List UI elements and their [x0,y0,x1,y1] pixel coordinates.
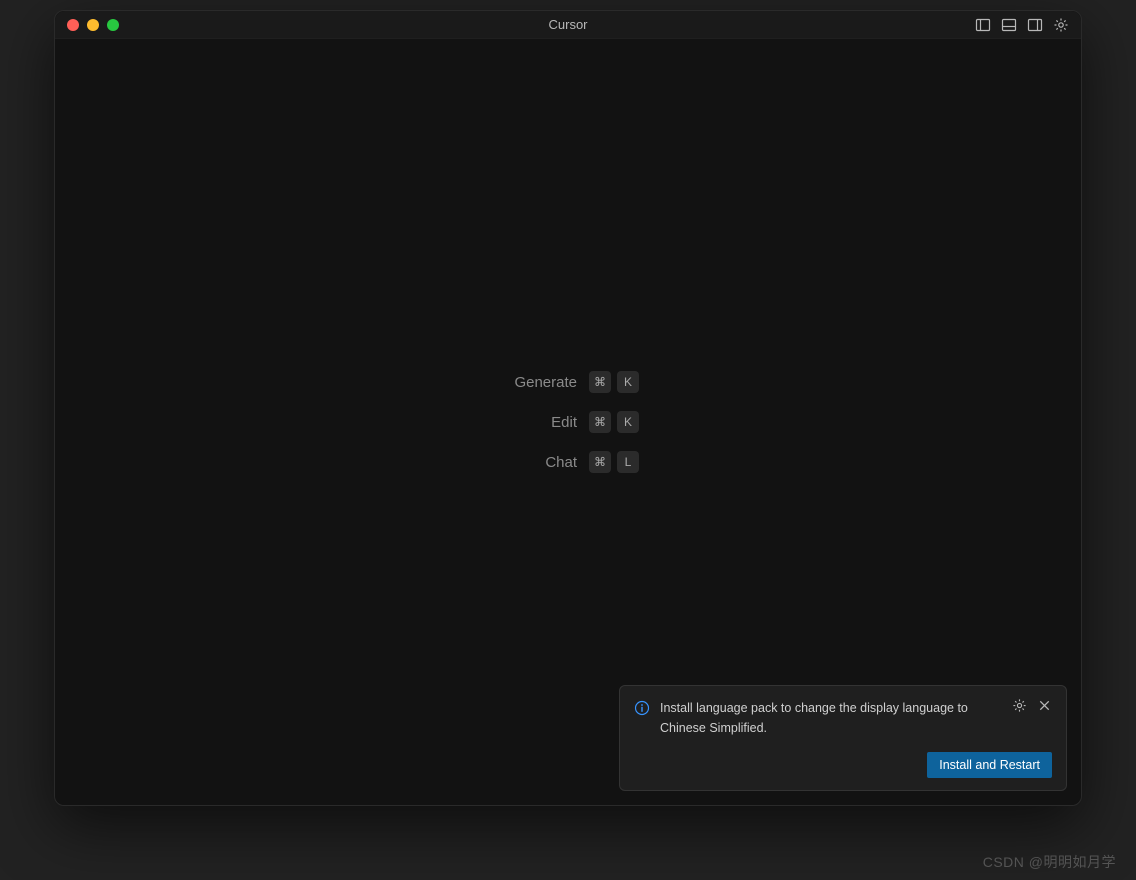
notification-header: Install language pack to change the disp… [634,698,1052,738]
toggle-secondary-sidebar-icon[interactable] [1027,17,1043,33]
notification-actions: Install and Restart [634,752,1052,778]
notification-close-icon[interactable] [1037,698,1052,718]
install-and-restart-button[interactable]: Install and Restart [927,752,1052,778]
key-cmd: ⌘ [589,411,611,433]
key-letter: K [617,371,639,393]
shortcut-label: Edit [497,414,577,431]
welcome-shortcuts: Generate ⌘ K Edit ⌘ K Chat ⌘ L [497,371,639,473]
key-cmd: ⌘ [589,451,611,473]
titlebar: Cursor [55,11,1081,39]
close-window-button[interactable] [67,19,79,31]
key-cmd: ⌘ [589,371,611,393]
titlebar-right-controls [975,17,1069,33]
shortcut-keys: ⌘ L [589,451,639,473]
info-icon [634,700,650,716]
key-letter: L [617,451,639,473]
notification-settings-icon[interactable] [1012,698,1027,718]
shortcut-edit: Edit ⌘ K [497,411,639,433]
shortcut-chat: Chat ⌘ L [497,451,639,473]
window-title: Cursor [548,17,587,32]
shortcut-keys: ⌘ K [589,411,639,433]
watermark: CSDN @明明如月学 [983,852,1116,872]
notification-controls [1012,698,1052,718]
toggle-primary-sidebar-icon[interactable] [975,17,991,33]
settings-gear-icon[interactable] [1053,17,1069,33]
maximize-window-button[interactable] [107,19,119,31]
editor-area: Generate ⌘ K Edit ⌘ K Chat ⌘ L [55,39,1081,805]
shortcut-label: Chat [497,454,577,471]
app-window: Cursor Generate ⌘ K [54,10,1082,806]
toggle-panel-icon[interactable] [1001,17,1017,33]
minimize-window-button[interactable] [87,19,99,31]
shortcut-label: Generate [497,374,577,391]
notification-message: Install language pack to change the disp… [660,698,1002,738]
shortcut-generate: Generate ⌘ K [497,371,639,393]
window-controls [67,19,119,31]
language-pack-notification: Install language pack to change the disp… [619,685,1067,791]
shortcut-keys: ⌘ K [589,371,639,393]
key-letter: K [617,411,639,433]
